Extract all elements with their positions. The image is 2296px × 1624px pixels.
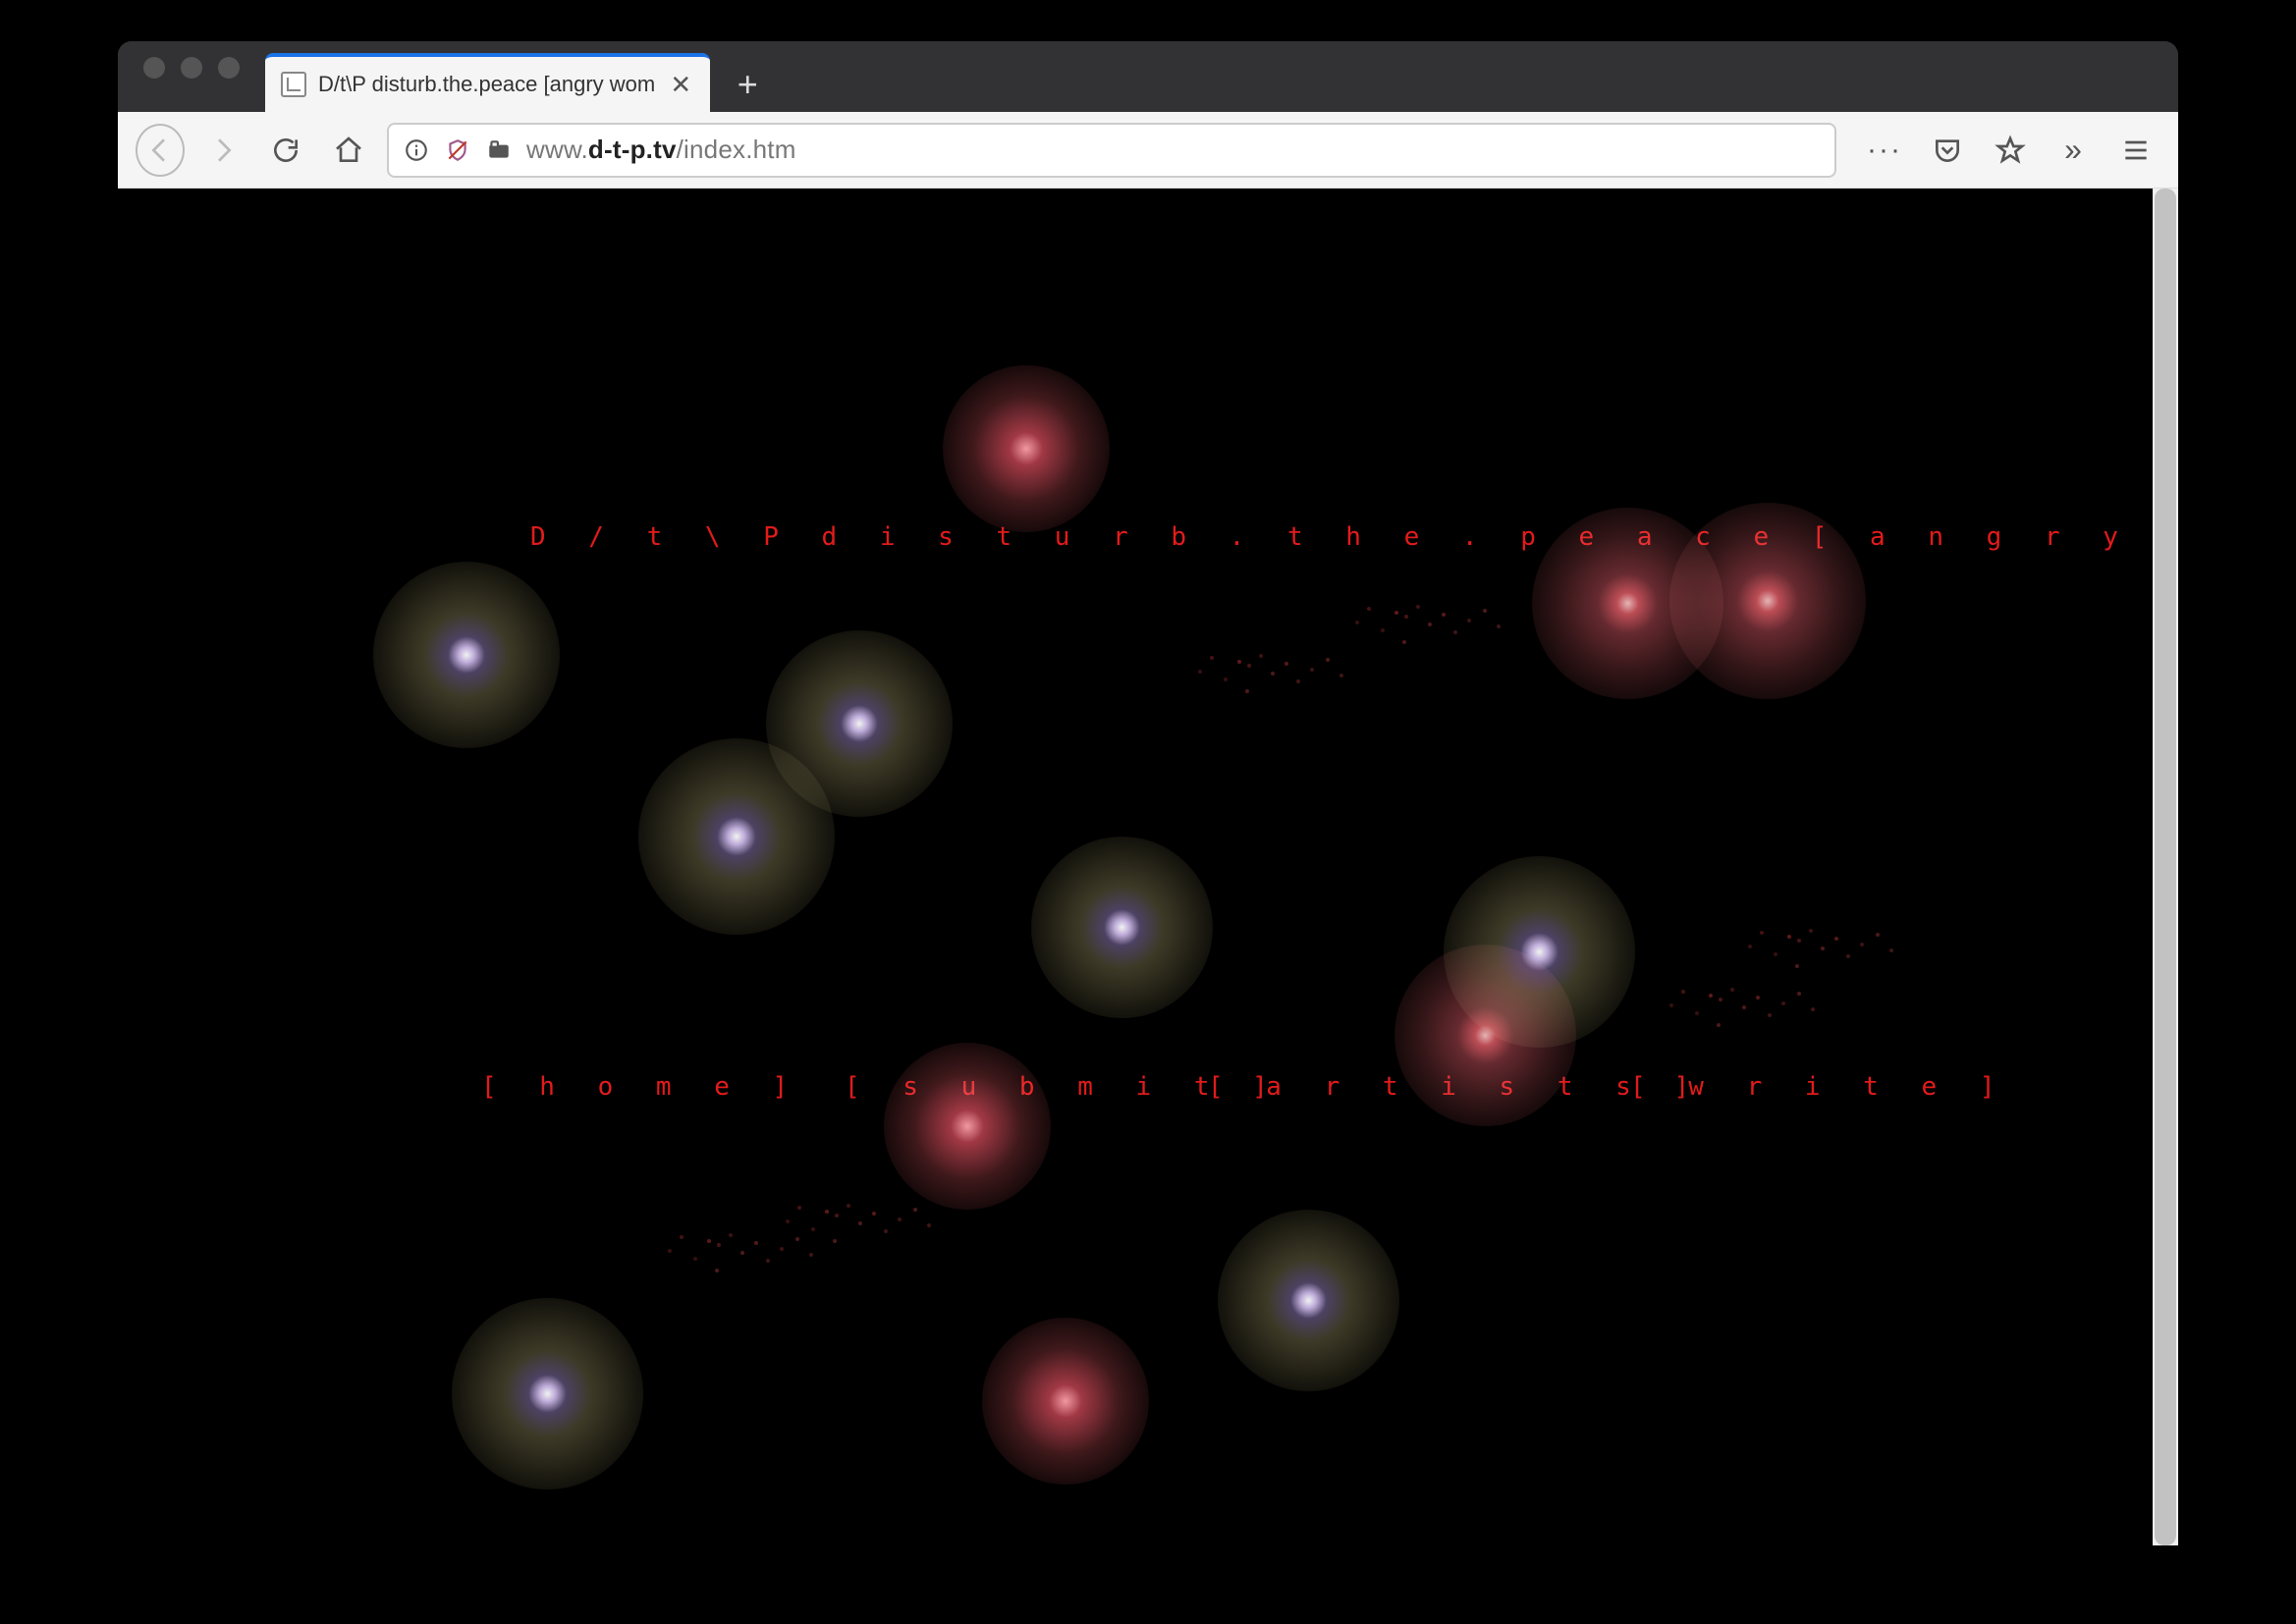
maximize-window-button[interactable]: [218, 57, 240, 79]
orb: [1218, 1210, 1399, 1391]
reload-button[interactable]: [261, 126, 310, 175]
page-viewport: D / t \ P d i s t u r b . t h e . p e a …: [118, 189, 2178, 1545]
orb: [452, 1298, 643, 1489]
orb: [766, 630, 953, 817]
url-text: www.d-t-p.tv/index.htm: [526, 135, 796, 165]
nav-write[interactable]: [ w r i t e ]: [1630, 1072, 2009, 1102]
spark-cluster: [1787, 935, 1791, 939]
forward-button[interactable]: [198, 126, 247, 175]
orb: [638, 738, 835, 935]
home-button[interactable]: [324, 126, 373, 175]
bookmark-button[interactable]: [1986, 126, 2035, 175]
spark-cluster: [825, 1210, 829, 1214]
tab-favicon: [281, 72, 306, 97]
titlebar: D/t\P disturb.the.peace [angry wom ✕ +: [118, 41, 2178, 112]
page-actions-button[interactable]: ···: [1860, 126, 1909, 175]
tracking-protection-icon[interactable]: [444, 136, 471, 164]
browser-window: D/t\P disturb.the.peace [angry wom ✕ +: [118, 41, 2178, 1545]
spark-cluster: [1394, 611, 1398, 615]
tabstrip: D/t\P disturb.the.peace [angry wom ✕ +: [265, 41, 2178, 112]
spark-cluster: [1237, 660, 1241, 664]
vertical-scrollbar[interactable]: [2153, 189, 2178, 1545]
tab-title: D/t\P disturb.the.peace [angry wom: [318, 72, 655, 97]
minimize-window-button[interactable]: [181, 57, 202, 79]
overflow-button[interactable]: »: [2049, 126, 2098, 175]
site-info-icon[interactable]: [403, 136, 430, 164]
nav-artists[interactable]: [ a r t i s t s ]: [1208, 1072, 1703, 1102]
orb: [373, 562, 560, 748]
orb: [943, 365, 1110, 532]
spark-cluster: [707, 1239, 711, 1243]
permissions-icon[interactable]: [485, 136, 513, 164]
orb: [1444, 856, 1635, 1048]
nav-home[interactable]: [ h o m e ]: [481, 1072, 801, 1102]
tab-close-button[interactable]: ✕: [667, 71, 694, 98]
spark-cluster: [1709, 994, 1713, 998]
orb: [982, 1318, 1149, 1485]
url-bar[interactable]: www.d-t-p.tv/index.htm: [387, 123, 1836, 178]
new-tab-button[interactable]: +: [720, 57, 775, 112]
close-window-button[interactable]: [143, 57, 165, 79]
orb: [1031, 837, 1213, 1018]
scrollbar-thumb[interactable]: [2155, 189, 2176, 1545]
pocket-button[interactable]: [1923, 126, 1972, 175]
back-button[interactable]: [136, 126, 185, 175]
toolbar: www.d-t-p.tv/index.htm ··· »: [118, 112, 2178, 189]
page-title: D / t \ P d i s t u r b . t h e . p e a …: [530, 522, 2178, 552]
orb: [884, 1043, 1051, 1210]
tab-active[interactable]: D/t\P disturb.the.peace [angry wom ✕: [265, 53, 710, 112]
app-menu-button[interactable]: [2111, 126, 2160, 175]
window-controls: [118, 57, 265, 96]
